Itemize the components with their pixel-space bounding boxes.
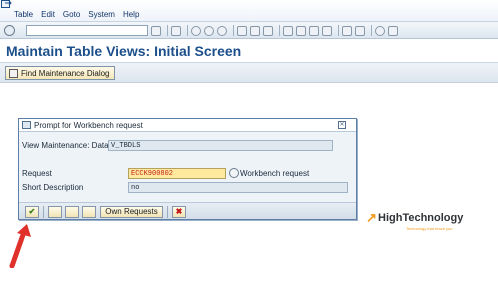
toolbar-icons — [151, 25, 401, 36]
cancel-icon[interactable] — [217, 25, 227, 36]
page-title: Maintain Table Views: Initial Screen — [6, 43, 242, 59]
toolbar-separator — [279, 25, 280, 36]
toolbar-separator — [167, 206, 168, 218]
find-maintenance-dialog-label: Find Maintenance Dialog — [21, 68, 110, 78]
hightechnology-logo: ↗ HighTechnology Technology that teach y… — [366, 210, 476, 234]
next-page-icon[interactable] — [309, 25, 319, 36]
own-requests-button[interactable]: Own Requests — [100, 206, 163, 218]
cancel-button[interactable]: ✖ — [172, 206, 186, 218]
request-type-text: Workbench request — [240, 169, 310, 178]
dialog-title: Prompt for Workbench request — [34, 121, 143, 130]
last-page-icon[interactable] — [322, 25, 332, 36]
first-page-icon[interactable] — [283, 25, 293, 36]
menu-items: Table Edit Goto System Help — [14, 10, 147, 19]
request-input[interactable]: ECCK900802 — [128, 168, 226, 179]
layout-menu-icon[interactable] — [388, 25, 398, 36]
view-maintenance-field: V_TBDLS — [108, 140, 333, 151]
binoculars-icon — [9, 68, 18, 78]
find-icon[interactable] — [250, 25, 260, 36]
toolbar-separator — [338, 25, 339, 36]
logo-name: HighTechnology — [378, 212, 464, 224]
save-icon[interactable] — [171, 25, 181, 36]
toolbar-separator — [43, 206, 44, 218]
new-session-icon[interactable] — [342, 25, 352, 36]
short-description-row: Short Description no — [22, 182, 355, 193]
title-bar: Maintain Table Views: Initial Screen — [0, 39, 498, 63]
logo-tagline: Technology that teach you — [406, 226, 453, 231]
dropdown-icon[interactable] — [151, 25, 161, 36]
menu-table[interactable]: Table — [14, 10, 33, 19]
dialog-window-icon — [22, 121, 31, 129]
toolbar-separator — [187, 25, 188, 36]
app-window-icon[interactable] — [1, 0, 12, 10]
shortcut-icon[interactable] — [355, 25, 365, 36]
other-request-icon[interactable] — [48, 206, 62, 218]
close-icon[interactable]: ✕ — [338, 121, 346, 129]
print-icon[interactable] — [237, 25, 247, 36]
request-type-icon — [229, 168, 239, 178]
standard-toolbar — [0, 21, 498, 39]
request-row: Request ECCK900802 Workbench request — [22, 168, 355, 179]
find-maintenance-dialog-button[interactable]: Find Maintenance Dialog — [5, 66, 115, 80]
toolbar-separator — [233, 25, 234, 36]
application-toolbar: Find Maintenance Dialog — [0, 63, 498, 83]
toolbar-separator — [167, 25, 168, 36]
find-next-icon[interactable] — [263, 25, 273, 36]
enter-icon[interactable] — [4, 25, 15, 36]
dialog-toolbar: ✔ Own Requests ✖ — [19, 202, 356, 219]
toolbar-separator — [371, 25, 372, 36]
view-maintenance-label: View Maintenance: Data — [22, 141, 109, 150]
display-request-icon[interactable] — [65, 206, 79, 218]
workbench-request-dialog: Prompt for Workbench request ✕ View Main… — [18, 118, 357, 220]
menu-goto[interactable]: Goto — [63, 10, 80, 19]
create-request-icon[interactable] — [82, 206, 96, 218]
dialog-title-bar: Prompt for Workbench request ✕ — [19, 119, 356, 132]
logo-mark-icon: ↗ — [366, 210, 377, 225]
short-description-field: no — [128, 182, 348, 193]
annotation-arrow-icon — [9, 224, 31, 268]
view-maintenance-row: View Maintenance: Data V_TBDLS — [22, 140, 355, 151]
confirm-button[interactable]: ✔ — [25, 206, 39, 218]
menu-system[interactable]: System — [88, 10, 115, 19]
menu-edit[interactable]: Edit — [41, 10, 55, 19]
request-label: Request — [22, 169, 52, 178]
back-icon[interactable] — [191, 25, 201, 36]
menu-bar: Table Edit Goto System Help — [0, 0, 498, 21]
short-description-label: Short Description — [22, 183, 84, 192]
exit-icon[interactable] — [204, 25, 214, 36]
previous-page-icon[interactable] — [296, 25, 306, 36]
command-field[interactable] — [26, 25, 148, 36]
menu-help[interactable]: Help — [123, 10, 139, 19]
help-icon[interactable] — [375, 25, 385, 36]
